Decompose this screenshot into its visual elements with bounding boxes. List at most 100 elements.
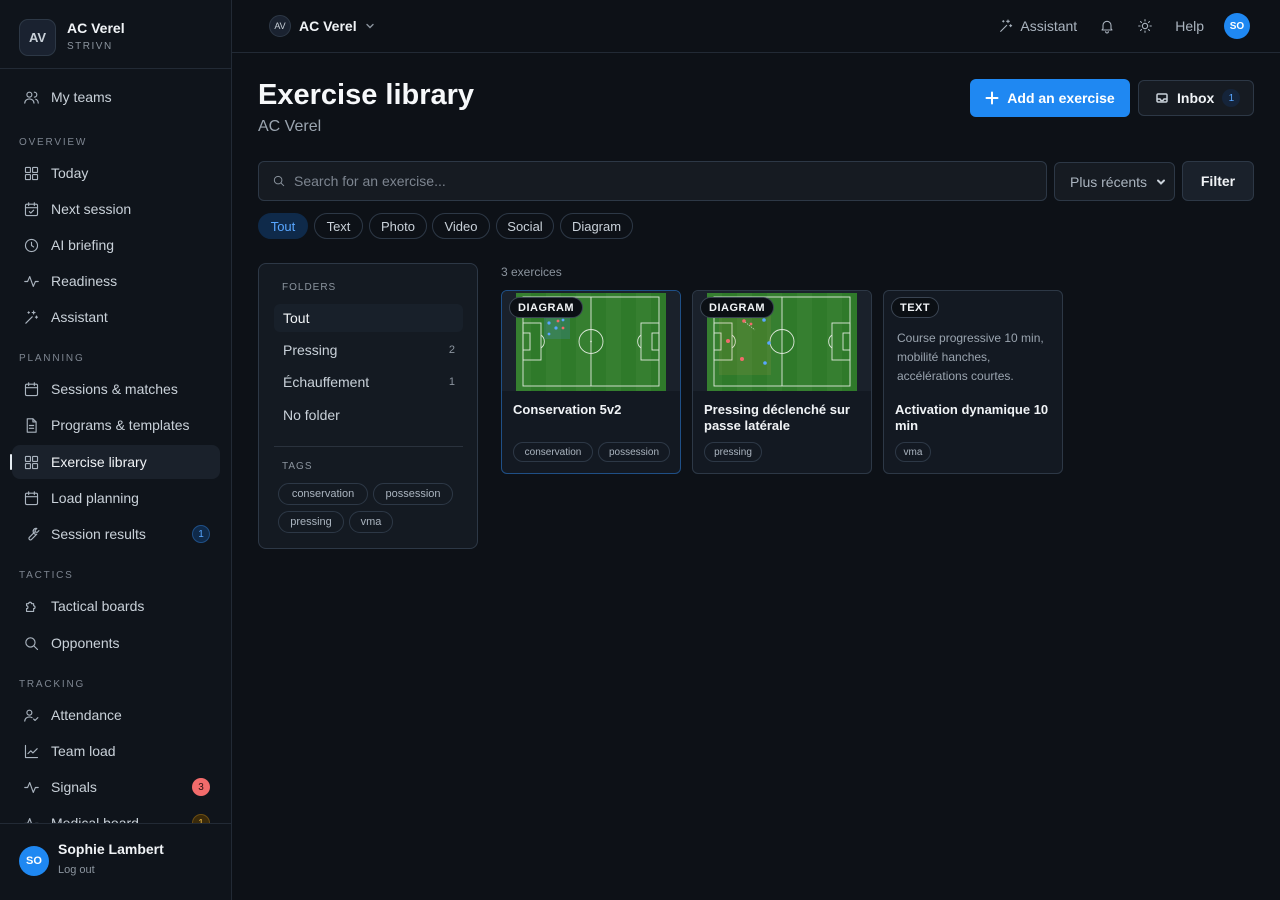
sidebar-item-label: Tactical boards [51,598,145,614]
folder-echauffement[interactable]: Échauffement 1 [274,368,463,396]
card-tag[interactable]: conservation [513,442,593,462]
grid-icon [22,164,40,182]
card-tag[interactable]: possession [598,442,670,462]
card-title: Conservation 5v2 [513,402,622,417]
sidebar-item-sessions-matches[interactable]: Sessions & matches [12,372,220,406]
sidebar-item-programs-templates[interactable]: Programs & templates [12,408,220,442]
card-tag[interactable]: pressing [704,442,762,462]
page-subtitle: AC Verel [258,118,322,135]
sparkles-icon [22,308,40,326]
folder-count: 2 [448,344,455,356]
folder-tout[interactable]: Tout [274,304,463,332]
sidebar-item-label: Load planning [51,490,139,506]
type-badge: DIAGRAM [700,297,775,318]
sidebar-item-next-session[interactable]: Next session [12,192,220,226]
pulse-icon [22,814,40,823]
folder-pressing[interactable]: Pressing 2 [274,336,463,364]
calendar-check-icon [22,200,40,218]
avatar[interactable]: SO [19,846,49,876]
divider [274,446,463,447]
tag-vma[interactable]: vma [349,511,393,533]
folder-no-folder[interactable]: No folder [274,401,463,429]
chip-photo[interactable]: Photo [369,213,427,239]
avatar[interactable]: SO [1224,13,1250,39]
sun-icon [1138,19,1153,33]
sidebar-item-my-teams[interactable]: My teams [12,80,220,114]
sidebar-item-opponents[interactable]: Opponents [12,626,220,660]
inbox-button[interactable]: Inbox 1 [1138,80,1254,116]
theme-toggle[interactable] [1137,18,1153,34]
folders-heading: FOLDERS [282,282,337,293]
sidebar-item-readiness[interactable]: Readiness [12,264,220,298]
sidebar-item-label: Attendance [51,707,122,723]
sidebar-item-label: My teams [51,89,112,105]
sidebar-item-signals[interactable]: Signals 3 [12,770,220,804]
sidebar-item-label: Team load [51,743,116,759]
team-switcher[interactable]: AV AC Verel [269,14,375,38]
logout-link[interactable]: Log out [58,864,95,876]
card-tag[interactable]: vma [895,442,931,462]
sidebar-item-tactical-boards[interactable]: Tactical boards [12,589,220,623]
chip-social[interactable]: Social [496,213,554,239]
filter-button[interactable]: Filter [1182,161,1254,201]
alert-badge: 3 [192,778,210,796]
help-link[interactable]: Help [1175,18,1204,34]
sort-select[interactable]: Plus récents [1054,162,1175,201]
user-box: SO Sophie Lambert Log out [0,823,231,900]
sidebar-item-load-planning[interactable]: Load planning [12,481,220,515]
sidebar-item-today[interactable]: Today [12,156,220,190]
sidebar-item-medical-board[interactable]: Medical board 1 [12,806,220,823]
sidebar-item-assistant[interactable]: Assistant [12,300,220,334]
sidebar-item-ai-briefing[interactable]: AI briefing [12,228,220,262]
calendar-icon [22,489,40,507]
search-box [258,161,1047,201]
folder-label: Pressing [283,342,338,358]
section-tracking: TRACKING [19,679,86,690]
assistant-button[interactable]: Assistant [998,18,1077,34]
search-input[interactable] [294,173,994,189]
calendar-icon [22,380,40,398]
type-badge: DIAGRAM [509,297,584,318]
add-exercise-button[interactable]: Add an exercise [970,79,1130,117]
folders-panel: FOLDERS Tout Pressing 2 Échauffement 1 N… [258,263,478,549]
sidebar-item-exercise-library[interactable]: Exercise library [10,445,220,479]
chip-video[interactable]: Video [432,213,490,239]
exercise-card[interactable]: DIAGRAM Conservation 5v2 conservation po… [501,290,681,474]
pulse-icon [22,272,40,290]
add-exercise-label: Add an exercise [1007,90,1115,106]
help-label: Help [1175,18,1204,34]
page-title: Exercise library [258,79,475,111]
exercise-card[interactable]: DIAGRAM Pressing déclenché sur passe lat… [692,290,872,474]
inbox-count-badge: 1 [1222,89,1241,107]
count-badge: 1 [192,525,210,543]
exercise-card[interactable]: TEXT Course progressive 10 min, mobilité… [883,290,1063,474]
chart-line-icon [22,742,40,760]
sidebar-item-attendance[interactable]: Attendance [12,698,220,732]
bell-icon [1101,20,1113,34]
user-name: Sophie Lambert [58,841,164,857]
sidebar-item-session-results[interactable]: Session results 1 [12,517,220,551]
notifications-button[interactable] [1099,18,1115,34]
inbox-icon [1156,93,1168,103]
tag-possession[interactable]: possession [373,483,453,505]
sidebar-nav: My teams OVERVIEW Today Next session AI … [0,0,231,823]
tag-conservation[interactable]: conservation [278,483,368,505]
wrench-icon [22,525,40,543]
sidebar-item-team-load[interactable]: Team load [12,734,220,768]
card-title: Pressing déclenché sur passe latérale [704,402,850,433]
team-name: AC Verel [299,18,357,34]
sparkles-icon [1000,19,1013,32]
grid-icon [22,453,40,471]
sidebar-item-label: Today [51,165,89,181]
sidebar: AV AC Verel STRIVN My teams OVERVIEW Tod… [0,0,232,900]
chip-diagram[interactable]: Diagram [560,213,633,239]
team-avatar: AV [269,15,291,37]
folder-label: Échauffement [283,374,370,390]
sidebar-item-label: AI briefing [51,237,115,253]
chip-tout[interactable]: Tout [258,213,308,239]
section-planning: PLANNING [19,353,85,364]
tag-pressing[interactable]: pressing [278,511,344,533]
user-check-icon [22,706,40,724]
chip-text[interactable]: Text [314,213,363,239]
sidebar-item-label: Medical board [51,815,139,823]
